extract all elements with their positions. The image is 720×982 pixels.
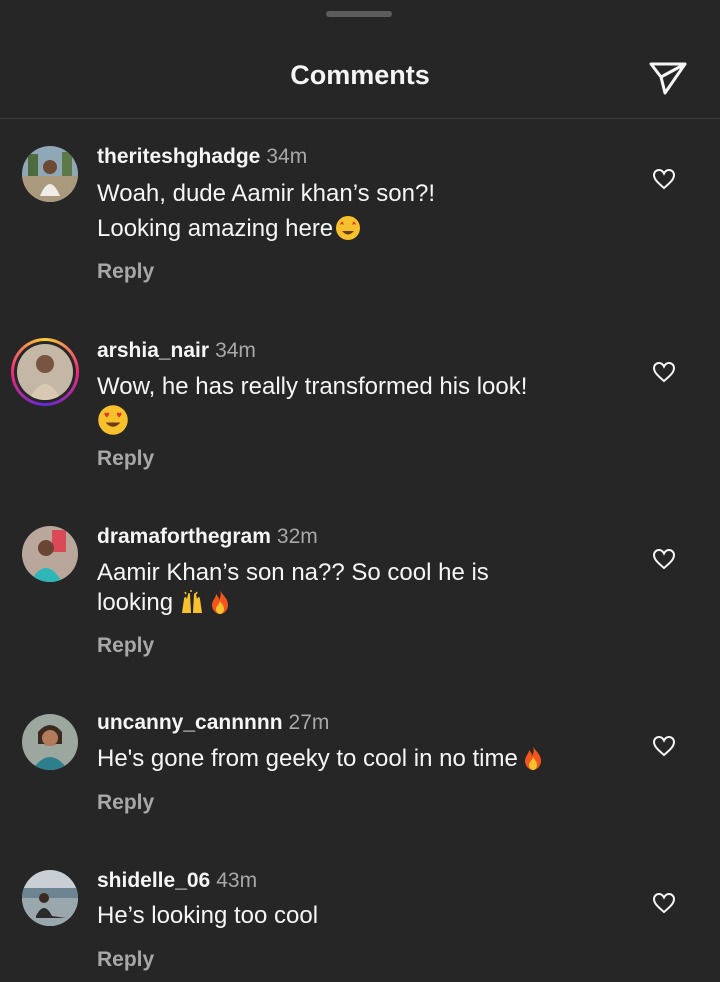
comment-text: Wow, he has really transformed his look! — [97, 372, 637, 402]
reply-button[interactable]: Reply — [97, 260, 154, 284]
timestamp: 34m — [266, 145, 308, 168]
fire-emoji — [207, 589, 233, 615]
reply-button[interactable]: Reply — [97, 447, 154, 471]
username[interactable]: dramaforthegram — [97, 525, 271, 548]
paper-plane-icon[interactable] — [646, 56, 690, 100]
comment-meta: dramaforthegram 32m — [97, 524, 318, 550]
comment-text: Aamir Khan’s son na?? So cool he is look… — [97, 558, 637, 618]
reply-button[interactable]: Reply — [97, 948, 154, 972]
heart-icon[interactable] — [652, 734, 676, 758]
username[interactable]: uncanny_cannnnn — [97, 711, 283, 734]
comment-meta: shidelle_06 43m — [97, 868, 257, 894]
heart-eyes-emoji — [97, 404, 129, 436]
heart-icon[interactable] — [652, 891, 676, 915]
username[interactable]: theriteshghadge — [97, 145, 260, 168]
avatar[interactable] — [22, 146, 78, 202]
header-divider — [0, 118, 720, 119]
heart-icon[interactable] — [652, 360, 676, 384]
drag-handle[interactable] — [326, 11, 392, 17]
reply-button[interactable]: Reply — [97, 634, 154, 658]
comment-text: He’s looking too cool — [97, 901, 637, 931]
avatar[interactable] — [22, 714, 78, 770]
timestamp: 34m — [215, 339, 256, 362]
comment-text-line: Wow, he has really transformed his look! — [97, 373, 528, 400]
avatar — [17, 344, 73, 400]
comment-meta: arshia_nair 34m — [97, 338, 256, 364]
username[interactable]: shidelle_06 — [97, 869, 210, 892]
raising-hands-emoji — [179, 589, 205, 615]
avatar[interactable] — [22, 870, 78, 926]
comments-sheet: Comments theriteshghadge 34m Woah, dude A… — [0, 0, 720, 982]
comment-meta: theriteshghadge 34m — [97, 144, 307, 170]
comment-meta: uncanny_cannnnn 27m — [97, 710, 329, 736]
timestamp: 27m — [288, 711, 330, 734]
comment-text: He's gone from geeky to cool in no time — [97, 744, 657, 774]
comment-text-line: looking — [97, 589, 174, 616]
header: Comments — [0, 48, 720, 110]
comment-text-line: He’s looking too cool — [97, 902, 319, 929]
timestamp: 32m — [276, 525, 318, 548]
comment-text: Woah, dude Aamir khan’s son?! Looking am… — [97, 179, 637, 244]
username[interactable]: arshia_nair — [97, 339, 209, 362]
comment-text-line: Woah, dude Aamir khan’s son?! — [97, 180, 435, 207]
page-title: Comments — [290, 60, 430, 90]
avatar[interactable] — [22, 526, 78, 582]
timestamp: 43m — [216, 869, 258, 892]
comment-text-line: Looking amazing here — [97, 215, 334, 242]
reply-button[interactable]: Reply — [97, 791, 154, 815]
comment-text-line: He's gone from geeky to cool in no time — [97, 745, 518, 772]
fire-emoji — [520, 745, 546, 771]
comment-text-line: Aamir Khan’s son na?? So cool he is — [97, 559, 489, 586]
heart-icon[interactable] — [652, 167, 676, 191]
star-struck-emoji — [335, 215, 361, 241]
heart-icon[interactable] — [652, 547, 676, 571]
avatar-story-ring[interactable] — [11, 338, 79, 406]
